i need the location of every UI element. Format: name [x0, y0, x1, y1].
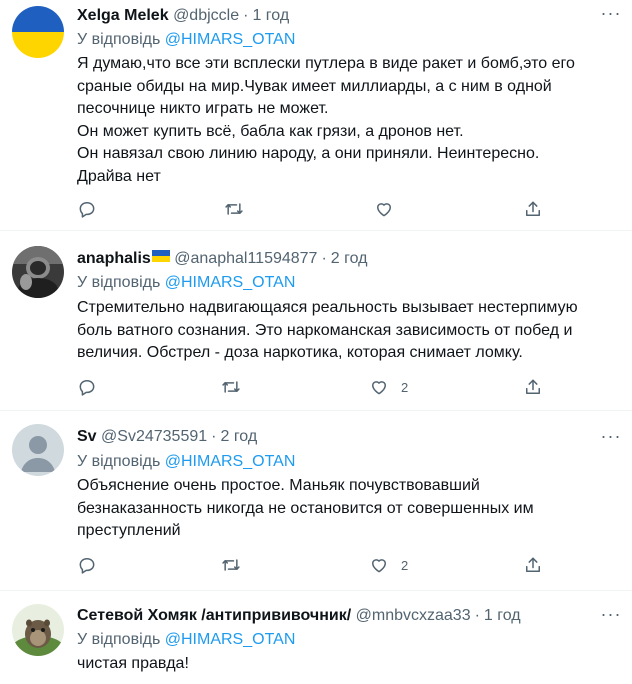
text-line: Он может купить всё, бабла как грязи, а … [77, 122, 464, 140]
tweet-header: Xelga Melek @dbjccle · 1 год [77, 5, 592, 27]
display-name[interactable]: Xelga Melek [77, 7, 169, 24]
separator-dot: · [243, 7, 249, 24]
share-button[interactable] [523, 554, 543, 576]
reply-prefix: У відповідь [77, 31, 161, 48]
like-count: 2 [401, 379, 409, 395]
avatar-photo[interactable] [12, 246, 64, 298]
action-bar: 2 [77, 554, 557, 576]
retweet-button[interactable] [221, 376, 241, 398]
replies-feed: Xelga Melek @dbjccle · 1 год ··· У відпові… [0, 0, 632, 684]
text-line: сраные обиды на мир.Чувак имеет миллиард… [77, 77, 552, 95]
reply-prefix: У відповідь [77, 274, 161, 291]
display-name[interactable]: Sv [77, 428, 97, 445]
display-name[interactable]: Сетевой Хомяк /антипрививочник/ [77, 607, 351, 624]
speech-bubble-icon [79, 380, 95, 396]
share-icon [526, 201, 540, 216]
retweet-icon [222, 381, 240, 393]
heart-icon [372, 559, 386, 573]
like-button[interactable]: 2 [369, 554, 408, 576]
ukraine-flag-icon [151, 250, 170, 262]
text-line: величия. Обстрел - доза наркотика, котор… [77, 344, 523, 361]
avatar-default[interactable] [12, 424, 64, 476]
avatar-hamster-photo[interactable] [12, 604, 64, 656]
text-line: Драйва нет [77, 167, 161, 185]
more-dots-icon[interactable]: ··· [600, 427, 622, 451]
text-line: чистая правда! [77, 655, 189, 672]
tweet-header: anaphalis @anaphal11594877 · 2 год [77, 248, 592, 270]
text-line: преступлений [77, 522, 181, 539]
text-line: безнаказанность никогда не остановится о… [77, 499, 534, 517]
reply-context: У відповідь @HIMARS_OTAN [77, 451, 295, 473]
user-handle[interactable]: @anaphal11594877 [174, 250, 317, 267]
retweet-button[interactable] [221, 554, 241, 576]
action-bar: 2 [77, 376, 557, 398]
share-icon [526, 557, 540, 572]
text-line: боль ватного сознания. Это наркоманская … [77, 321, 573, 339]
tweet-header: Sv @Sv24735591 · 2 год [77, 426, 592, 448]
reply-prefix: У відповідь [77, 453, 161, 470]
reply-context: У відповідь @HIMARS_OTAN [77, 629, 295, 651]
separator-dot: · [321, 250, 327, 267]
text-line: Стремительно надвигающаяся реальность вы… [77, 299, 578, 316]
reply-tweet-1[interactable]: Xelga Melek @dbjccle · 1 год ··· У відпові… [0, 0, 632, 231]
share-button[interactable] [523, 198, 543, 220]
speech-bubble-icon [79, 558, 95, 574]
share-button[interactable] [523, 376, 543, 398]
user-handle[interactable]: @mnbvcxzaa33 [356, 607, 471, 624]
reply-context: У відповідь @HIMARS_OTAN [77, 29, 295, 51]
more-dots-icon[interactable]: ··· [600, 605, 622, 629]
share-icon [526, 379, 540, 394]
retweet-icon [222, 559, 240, 571]
reply-to-link[interactable]: @HIMARS_OTAN [165, 453, 296, 470]
reply-to-link[interactable]: @HIMARS_OTAN [165, 631, 296, 648]
like-button[interactable]: 2 [369, 376, 408, 398]
user-handle[interactable]: @dbjccle [173, 7, 239, 24]
tweet-text: Стремительно надвигающаяся реальность вы… [77, 297, 616, 365]
tweet-text: Я думаю,что все эти всплески путлера в в… [77, 53, 616, 188]
tweet-text: чистая правда! [77, 653, 616, 676]
reply-to-link[interactable]: @HIMARS_OTAN [165, 274, 296, 291]
reply-to-link[interactable]: @HIMARS_OTAN [165, 31, 296, 48]
tweet-text: Объяснение очень простое. Маньяк почувст… [77, 475, 616, 543]
tweet-header: Сетевой Хомяк /антипрививочник/ @mnbvcxz… [77, 605, 592, 627]
reply-prefix: У відповідь [77, 631, 161, 648]
reply-context: У відповідь @HIMARS_OTAN [77, 272, 295, 294]
text-line: Он навязал свою линию народу, а они прин… [77, 145, 540, 162]
text-line: песочнице никто играть не может. [77, 100, 329, 117]
user-handle[interactable]: @Sv24735591 [101, 428, 207, 445]
heart-icon [377, 203, 391, 217]
like-count: 2 [401, 557, 409, 573]
action-bar [77, 198, 557, 220]
text-line: Я думаю,что все эти всплески путлера в в… [77, 55, 575, 72]
separator-dot: · [211, 428, 217, 445]
display-name[interactable]: anaphalis [77, 250, 151, 267]
timestamp[interactable]: 2 год [331, 250, 368, 267]
reply-button[interactable] [77, 198, 97, 220]
reply-tweet-4[interactable]: Сетевой Хомяк /антипрививочник/ @mnbvcxz… [0, 591, 632, 684]
speech-bubble-icon [79, 202, 95, 218]
timestamp[interactable]: 2 год [220, 428, 257, 445]
reply-button[interactable] [77, 376, 97, 398]
reply-tweet-2[interactable]: anaphalis @anaphal11594877 · 2 год У відпо… [0, 231, 632, 411]
more-dots-icon[interactable]: ··· [600, 4, 622, 28]
avatar-ukraine-flag[interactable] [12, 6, 64, 58]
reply-tweet-3[interactable]: ··· Sv @Sv24735591 · 2 год У відповідь @HI… [0, 411, 632, 591]
retweet-icon [225, 203, 243, 215]
timestamp[interactable]: 1 год [252, 7, 289, 24]
text-line: Объяснение очень простое. Маньяк почувст… [77, 477, 480, 494]
heart-icon [372, 381, 386, 395]
reply-button[interactable] [77, 554, 97, 576]
separator-dot: · [474, 607, 480, 624]
retweet-button[interactable] [224, 198, 244, 220]
timestamp[interactable]: 1 год [484, 607, 521, 624]
like-button[interactable] [374, 198, 406, 220]
